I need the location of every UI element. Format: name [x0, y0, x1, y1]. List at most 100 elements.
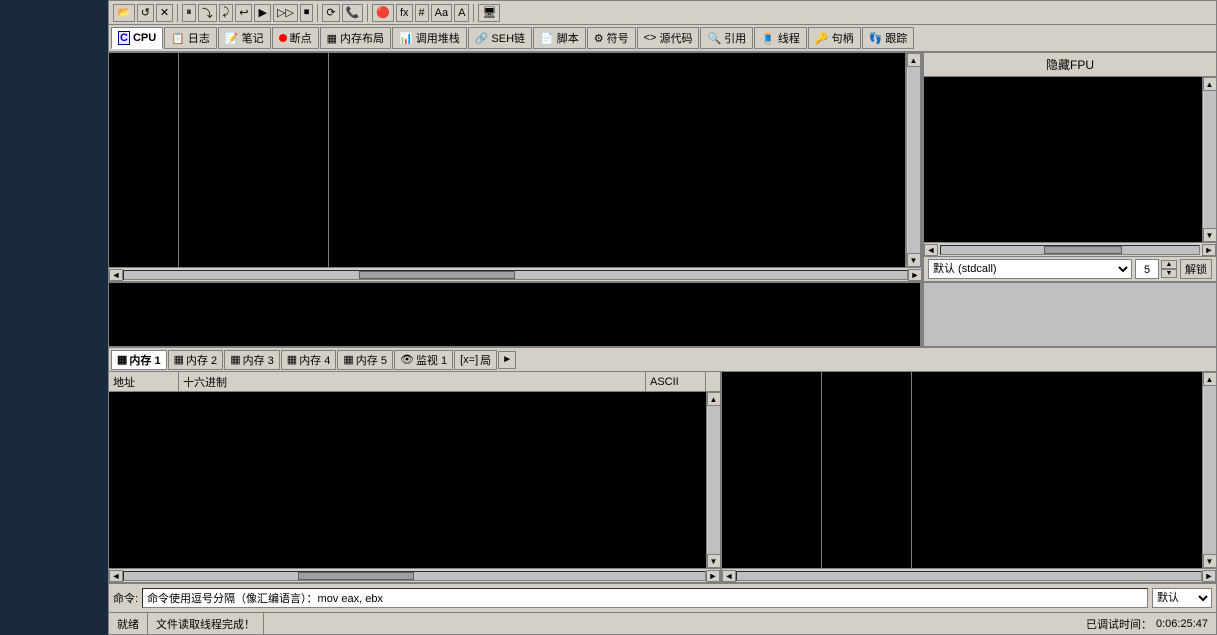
fpu-controls: 默认 (stdcall) 5 ▲ ▼ 解锁: [924, 256, 1216, 281]
btab-next-arrow[interactable]: ►: [498, 351, 516, 369]
notes-icon: 📝: [225, 32, 239, 45]
tab-log[interactable]: 📋 日志: [164, 27, 217, 49]
btab-mem1[interactable]: ▦ 内存 1: [111, 350, 167, 370]
callstack-icon: 📊: [399, 32, 413, 45]
btab-locals[interactable]: [x=] 局: [454, 350, 497, 370]
step-in-button[interactable]: ⤵: [198, 4, 217, 22]
right-vscroll-track[interactable]: [1204, 386, 1216, 554]
right-hscroll-right[interactable]: ►: [1202, 570, 1216, 582]
bottom-tabs: ▦ 内存 1 ▦ 内存 2 ▦ 内存 3 ▦ 内存 4 ▦ 内存 5 👁 监视 …: [109, 348, 1216, 372]
stop-button[interactable]: ⏹: [300, 4, 314, 22]
right-vscroll-up[interactable]: ▲: [1203, 372, 1217, 386]
threads-icon: 🧵: [761, 32, 775, 45]
mem1-icon: ▦: [117, 353, 127, 366]
run-button[interactable]: ▶: [254, 4, 270, 22]
reload-button[interactable]: ↺: [137, 4, 154, 22]
fpu-vscroll[interactable]: ▲ ▼: [1202, 77, 1216, 242]
font-button[interactable]: A: [454, 4, 469, 22]
mem-vscroll-up[interactable]: ▲: [707, 392, 721, 406]
btab-mem4[interactable]: ▦ 内存 4: [281, 350, 337, 370]
tab-seh[interactable]: 🔗 SEH链: [468, 27, 532, 49]
memory-vscroll[interactable]: ▲ ▼: [706, 392, 720, 568]
separator3: [367, 4, 368, 22]
fpu-spinner[interactable]: ▲ ▼: [1161, 260, 1177, 278]
tab-symbols[interactable]: ⚙ 符号: [587, 27, 636, 49]
right-vscroll-down[interactable]: ▼: [1203, 554, 1217, 568]
aa-button[interactable]: Aa: [431, 4, 452, 22]
tab-source[interactable]: <> 源代码: [637, 27, 700, 49]
right-hscroll-left[interactable]: ◄: [722, 570, 736, 582]
mem-hscroll-right[interactable]: ►: [706, 570, 720, 582]
btab-mem2[interactable]: ▦ 内存 2: [168, 350, 224, 370]
breakpoint-button[interactable]: 🔴: [372, 4, 394, 22]
tab-script[interactable]: 📄 脚本: [533, 27, 586, 49]
hscroll-left[interactable]: ◄: [109, 269, 123, 281]
btab-mem5[interactable]: ▦ 内存 5: [337, 350, 393, 370]
fpu-vscroll-track[interactable]: [1204, 91, 1216, 228]
btab-mem3[interactable]: ▦ 内存 3: [224, 350, 280, 370]
mem-vscroll-track[interactable]: [708, 406, 720, 554]
fpu-vscroll-down[interactable]: ▼: [1203, 228, 1217, 242]
fpu-hscroll-thumb: [1044, 246, 1121, 254]
fpu-convention-select[interactable]: 默认 (stdcall): [928, 259, 1132, 279]
content-area: ▲ ▼ ◄ ► 隐藏FPU: [109, 53, 1216, 582]
fpu-spinner-group: 5 ▲ ▼: [1135, 259, 1177, 279]
tab-references[interactable]: 🔍 引用: [700, 27, 753, 49]
step-over-button[interactable]: ⤸: [219, 4, 234, 22]
symbols-icon: ⚙: [594, 32, 604, 45]
hash-button[interactable]: #: [415, 4, 429, 22]
mem-hscroll-track[interactable]: [123, 571, 706, 581]
cpu-icon-button[interactable]: 🖥: [478, 4, 500, 22]
vscroll-up[interactable]: ▲: [907, 53, 921, 67]
right-panel-3: [912, 372, 1202, 568]
script-icon: 📄: [540, 32, 554, 45]
tab-memory[interactable]: ▦ 内存布局: [320, 27, 391, 49]
restart-button[interactable]: ⟳: [322, 4, 339, 22]
mem4-icon: ▦: [287, 353, 297, 366]
hscroll-track[interactable]: [123, 270, 908, 280]
fpu-panel: 隐藏FPU ▲ ▼ ◄ ►: [924, 53, 1216, 281]
bottom-section: 地址 十六进制 ASCII ▲ ▼ ◄: [109, 372, 1216, 582]
tab-cpu[interactable]: C CPU: [111, 27, 163, 49]
step-back-button[interactable]: ↩: [235, 4, 252, 22]
command-bar: 命令: 默认: [109, 582, 1216, 612]
close-button[interactable]: ✕: [156, 4, 173, 22]
tab-callstack[interactable]: 📊 调用堆栈: [392, 27, 467, 49]
fpu-vscroll-up[interactable]: ▲: [1203, 77, 1217, 91]
middle-left-panel: [109, 283, 922, 346]
locals-icon: [x=]: [460, 354, 478, 366]
seh-icon: 🔗: [475, 32, 489, 45]
fx-button[interactable]: fx: [396, 4, 413, 22]
mem-hscroll-left[interactable]: ◄: [109, 570, 123, 582]
command-select[interactable]: 默认: [1152, 588, 1212, 608]
open-button[interactable]: 📂: [113, 4, 135, 22]
fpu-unlock-button[interactable]: 解锁: [1180, 259, 1212, 279]
fpu-hscroll-track[interactable]: [940, 245, 1200, 255]
tab-breakpoints[interactable]: 断点: [272, 27, 319, 49]
call-button[interactable]: 📞: [342, 4, 364, 22]
fpu-spin-up[interactable]: ▲: [1161, 260, 1177, 269]
hscroll-right[interactable]: ►: [908, 269, 922, 281]
fpu-spin-down[interactable]: ▼: [1161, 269, 1177, 278]
pause-button[interactable]: ⏸: [182, 4, 196, 22]
run-trace-button[interactable]: ▷▷: [273, 4, 298, 22]
btab-watch1[interactable]: 👁 监视 1: [394, 350, 453, 370]
right-vscroll[interactable]: ▲ ▼: [1202, 372, 1216, 568]
tab-threads[interactable]: 🧵 线程: [754, 27, 807, 49]
code-vscroll[interactable]: ▲ ▼: [906, 53, 920, 267]
fpu-hscroll-right[interactable]: ►: [1202, 244, 1216, 256]
right-panel-1: [722, 372, 822, 568]
vscroll-track[interactable]: [908, 67, 920, 253]
handles-icon: 🔑: [815, 32, 829, 45]
mem-vscroll-down[interactable]: ▼: [707, 554, 721, 568]
code-panel: [329, 53, 906, 267]
tab-notes[interactable]: 📝 笔记: [218, 27, 271, 49]
vscroll-down[interactable]: ▼: [907, 253, 921, 267]
fpu-hscroll-left[interactable]: ◄: [924, 244, 938, 256]
tab-trace[interactable]: 👣 跟踪: [862, 27, 915, 49]
tab-handles[interactable]: 🔑 句柄: [808, 27, 861, 49]
source-icon: <>: [644, 32, 657, 44]
right-hscroll-track[interactable]: [736, 571, 1202, 581]
command-input[interactable]: [142, 588, 1148, 608]
watch1-icon: 👁: [400, 353, 414, 366]
